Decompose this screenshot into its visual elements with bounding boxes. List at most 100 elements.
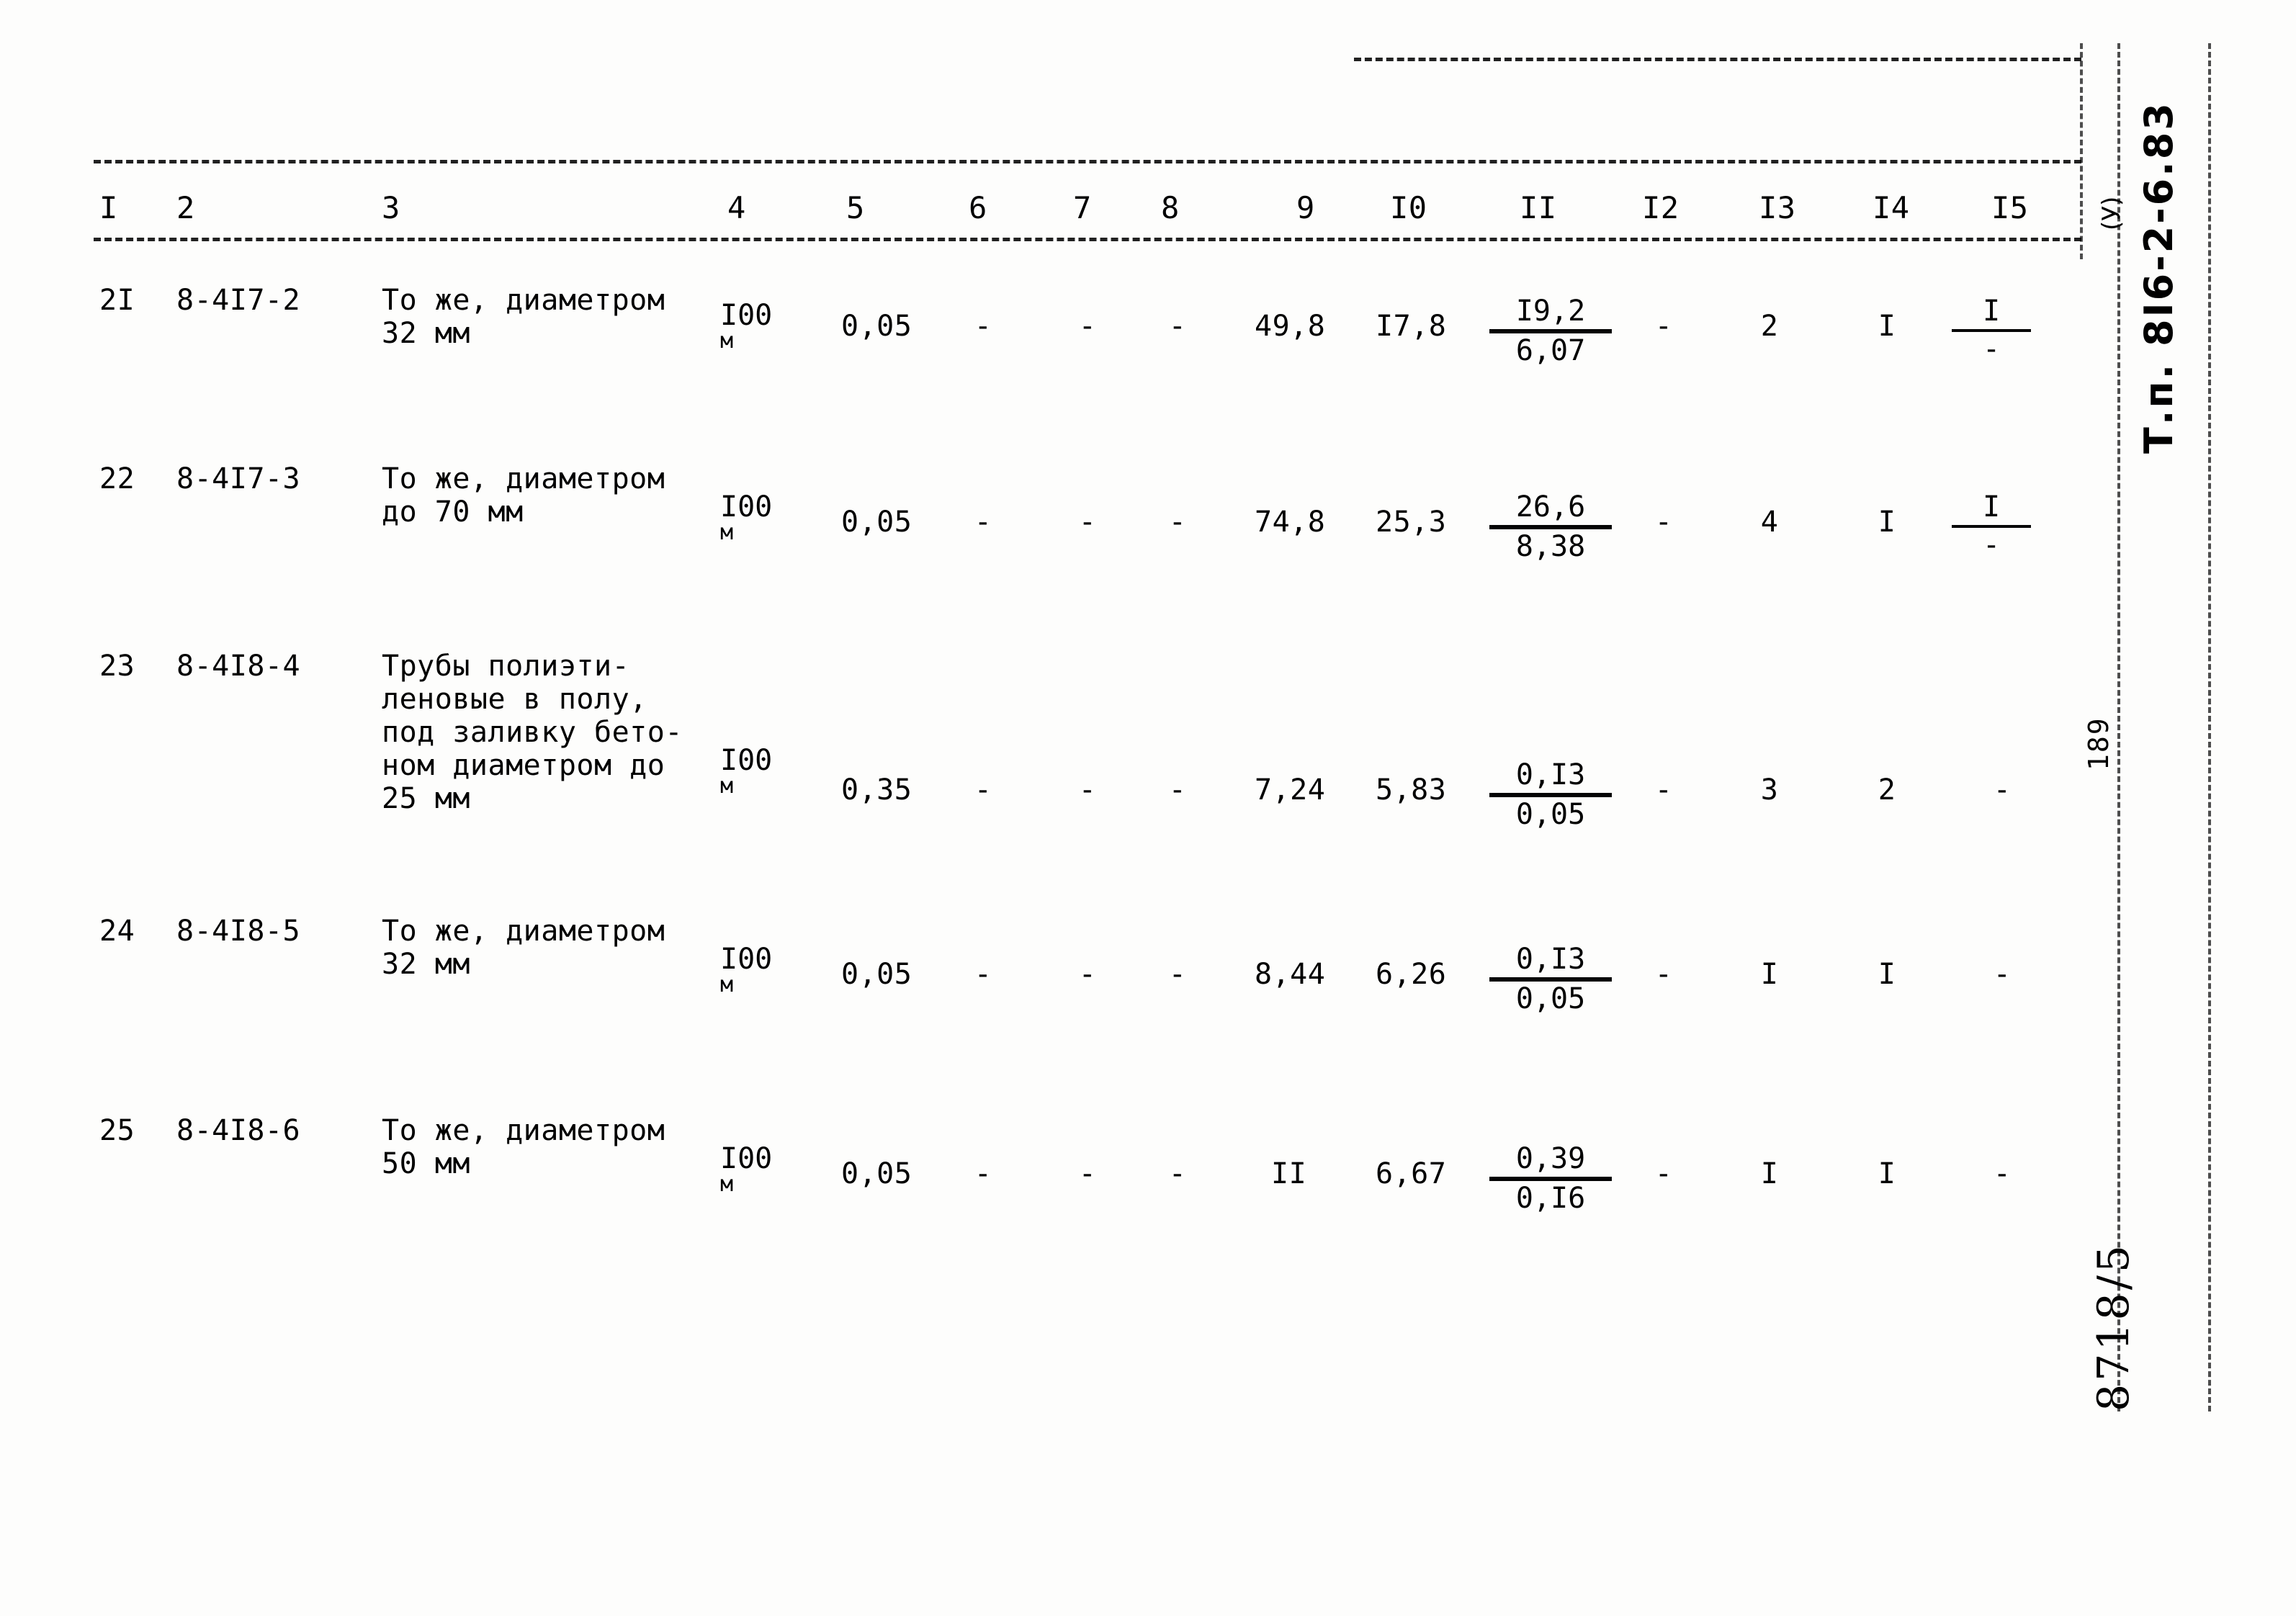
column-header-8: 8	[1161, 190, 1180, 225]
value-col15: -	[1993, 958, 2012, 991]
unit-cell: I00 м	[720, 493, 772, 544]
fraction-denominator: 8,38	[1515, 529, 1586, 563]
value-col8: -	[1168, 958, 1187, 991]
value-col13: 4	[1760, 506, 1779, 539]
fraction-denominator: 0,I6	[1515, 1181, 1586, 1215]
fraction-numerator: 0,39	[1515, 1142, 1586, 1175]
column-header-11: II	[1520, 190, 1557, 225]
unit-label: м	[720, 1171, 734, 1197]
value-col15-fraction: I -	[1952, 491, 2031, 562]
column-header-14: I4	[1873, 190, 1910, 225]
value-col6: -	[974, 310, 992, 343]
value-col8: -	[1168, 1157, 1187, 1190]
item-desc-line: под заливку бето-	[382, 716, 683, 749]
fraction-bar	[1952, 328, 2031, 332]
fraction-bar	[1489, 792, 1612, 797]
fraction-denominator: 6,07	[1515, 333, 1586, 367]
item-desc-line: 32 мм	[382, 948, 470, 981]
value-col12: -	[1654, 506, 1673, 539]
fraction-numerator: 0,I3	[1515, 943, 1586, 976]
page-number: 189	[2083, 717, 2115, 771]
fraction-denominator: -	[1982, 528, 2001, 562]
document-page: I 2 3 4 5 6 7 8 9 I0 II I2 I3 I4 I5 2I 8…	[0, 0, 2296, 1616]
value-col7: -	[1078, 1157, 1097, 1190]
column-header-13: I3	[1759, 190, 1796, 225]
item-desc-line: 25 мм	[382, 782, 470, 815]
fraction-numerator: 26,6	[1515, 490, 1586, 524]
value-col7: -	[1078, 773, 1097, 807]
unit-cell: I00 м	[720, 1144, 772, 1195]
item-code: 8-4I7-3	[176, 462, 301, 495]
fraction-bar	[1489, 977, 1612, 982]
unit-cell: I00 м	[720, 301, 772, 352]
row-number: 22	[99, 462, 135, 495]
value-col8: -	[1168, 310, 1187, 343]
unit-label: м	[720, 773, 734, 799]
fraction-numerator: I	[1982, 295, 2001, 328]
value-col7: -	[1078, 310, 1097, 343]
row-number: 2I	[99, 284, 135, 317]
fraction-bar	[1489, 524, 1612, 529]
column-header-5: 5	[846, 190, 865, 225]
column-header-7: 7	[1073, 190, 1092, 225]
unit-cell: I00 м	[720, 945, 772, 996]
value-col12: -	[1654, 1157, 1673, 1190]
item-code: 8-4I8-4	[176, 650, 301, 683]
value-col12: -	[1654, 958, 1673, 991]
fraction-bar	[1489, 328, 1612, 333]
column-header-4: 4	[727, 190, 746, 225]
item-code: 8-4I7-2	[176, 284, 301, 317]
rule-right-margin-a	[2080, 43, 2083, 259]
value-col13: I	[1760, 958, 1779, 991]
fraction-numerator: 0,I3	[1515, 758, 1586, 791]
item-desc-line: 50 мм	[382, 1147, 470, 1180]
value-col6: -	[974, 958, 992, 991]
unit-value: I00	[720, 744, 773, 777]
value-col6: -	[974, 506, 992, 539]
unit-value: I00	[720, 490, 773, 524]
value-col12: -	[1654, 773, 1673, 807]
fraction-bar	[1489, 1176, 1612, 1181]
unit-value: I00	[720, 1142, 773, 1175]
value-col11-fraction: 0,39 0,I6	[1489, 1143, 1612, 1215]
value-col7: -	[1078, 958, 1097, 991]
value-col15: -	[1993, 773, 2012, 807]
value-col8: -	[1168, 506, 1187, 539]
value-col11-fraction: 0,I3 0,05	[1489, 943, 1612, 1015]
fraction-denominator: 0,05	[1515, 982, 1586, 1015]
fraction-denominator: 0,05	[1515, 797, 1586, 831]
item-desc-line: То же, диаметром	[382, 284, 665, 317]
item-desc-line: Трубы полиэти-	[382, 650, 630, 683]
value-col11-fraction: 0,I3 0,05	[1489, 759, 1612, 831]
row-number: 25	[99, 1114, 135, 1147]
item-desc-line: ном диаметром до	[382, 749, 665, 782]
document-id-vertical: Т.п. 8I6-2-6.83	[2136, 101, 2181, 454]
item-code: 8-4I8-6	[176, 1114, 301, 1147]
value-col13: 3	[1760, 773, 1779, 807]
unit-label: м	[720, 328, 734, 354]
value-col12: -	[1654, 310, 1673, 343]
value-col7: -	[1078, 506, 1097, 539]
item-desc-line: То же, диаметром	[382, 1114, 665, 1147]
fraction-bar	[1952, 524, 2031, 528]
value-col14: I	[1878, 310, 1896, 343]
fraction-numerator: I	[1982, 490, 2001, 524]
value-col15-fraction: I -	[1952, 295, 2031, 366]
unit-value: I00	[720, 943, 773, 976]
row-number: 24	[99, 915, 135, 948]
column-header-15: I5	[1991, 190, 2029, 225]
row-number: 23	[99, 650, 135, 683]
value-col6: -	[974, 1157, 992, 1190]
unit-value: I00	[720, 299, 773, 332]
value-col8: -	[1168, 773, 1187, 807]
column-header-3: 3	[382, 190, 400, 225]
item-desc-line: 32 мм	[382, 317, 470, 350]
rule-right-margin-c	[2208, 43, 2211, 1411]
value-col14: I	[1878, 958, 1896, 991]
item-desc-line: То же, диаметром	[382, 462, 665, 495]
column-header-1: I	[99, 190, 118, 225]
archive-stamp: 8718/5	[2089, 1242, 2139, 1411]
item-desc-line: То же, диаметром	[382, 915, 665, 948]
value-col14: I	[1878, 506, 1896, 539]
document-id-suffix: (У)	[2097, 196, 2126, 230]
